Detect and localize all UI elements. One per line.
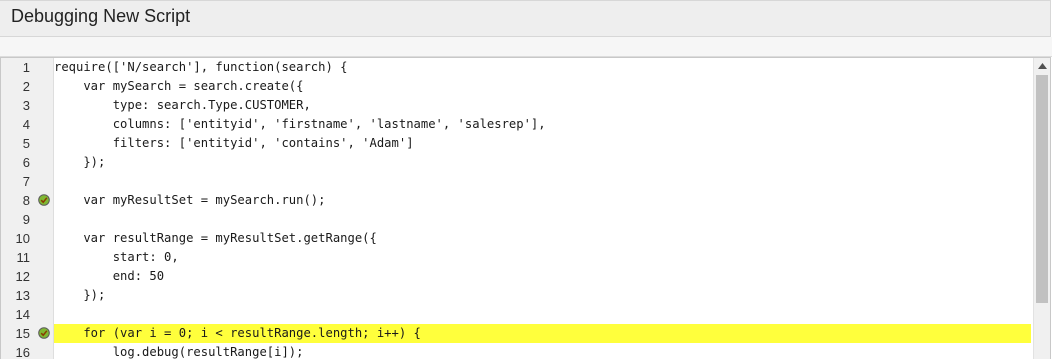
code-line[interactable]: 1 require(['N/search'], function(search) … [1,58,1031,77]
code-editor[interactable]: 1 require(['N/search'], function(search) … [0,57,1051,359]
code-line[interactable]: 8 var myResultSet = mySearch.run(); [1,191,1031,210]
code-text[interactable]: var resultRange = myResultSet.getRange({ [54,229,1031,248]
code-line[interactable]: 13 }); [1,286,1031,305]
code-line[interactable]: 10 var resultRange = myResultSet.getRang… [1,229,1031,248]
scroll-up-button[interactable] [1034,58,1050,74]
code-line[interactable]: 5 filters: ['entityid', 'contains', 'Ada… [1,134,1031,153]
line-number[interactable]: 14 [1,305,30,324]
vertical-scrollbar[interactable] [1033,58,1050,359]
code-text[interactable]: var mySearch = search.create({ [54,77,1031,96]
scroll-up-arrow-icon [1038,63,1047,69]
breakpoint-check-icon[interactable] [38,327,50,339]
line-number[interactable]: 11 [1,248,31,267]
code-text[interactable]: end: 50 [54,267,1031,286]
line-number[interactable]: 5 [1,134,30,153]
code-text[interactable]: for (var i = 0; i < resultRange.length; … [54,324,1031,343]
breakpoint-check-icon[interactable] [38,194,50,206]
code-text[interactable]: log.debug(resultRange[i]); [54,343,1031,359]
code-line[interactable]: 15 for (var i = 0; i < resultRange.lengt… [1,324,1031,343]
code-text[interactable] [54,172,1031,191]
line-number[interactable]: 13 [1,286,30,305]
code-line[interactable]: 4 columns: ['entityid', 'firstname', 'la… [1,115,1031,134]
code-text[interactable]: start: 0, [54,248,1031,267]
scrollbar-thumb[interactable] [1036,75,1048,303]
code-text[interactable]: var myResultSet = mySearch.run(); [54,191,1031,210]
code-text[interactable] [54,210,1031,229]
code-text[interactable]: }); [54,286,1031,305]
line-number[interactable]: 2 [1,77,30,96]
line-number[interactable]: 12 [1,267,30,286]
code-line[interactable]: 7 [1,172,1031,191]
code-line[interactable]: 14 [1,305,1031,324]
code-line[interactable]: 11 start: 0, [1,248,1031,267]
line-number[interactable]: 4 [1,115,30,134]
code-line[interactable]: 2 var mySearch = search.create({ [1,77,1031,96]
code-text[interactable] [54,305,1031,324]
code-line[interactable]: 9 [1,210,1031,229]
line-number[interactable]: 15 [1,324,30,343]
line-number[interactable]: 9 [1,210,30,229]
code-line[interactable]: 3 type: search.Type.CUSTOMER, [1,96,1031,115]
code-text[interactable]: }); [54,153,1031,172]
line-number[interactable]: 6 [1,153,30,172]
code-text[interactable]: type: search.Type.CUSTOMER, [54,96,1031,115]
title-bar: Debugging New Script [0,0,1051,37]
code-text[interactable]: require(['N/search'], function(search) { [54,58,1031,77]
line-number[interactable]: 16 [1,343,30,359]
code-line[interactable]: 12 end: 50 [1,267,1031,286]
code-text[interactable]: filters: ['entityid', 'contains', 'Adam'… [54,134,1031,153]
code-line[interactable]: 6 }); [1,153,1031,172]
line-number[interactable]: 7 [1,172,30,191]
line-number[interactable]: 8 [1,191,30,210]
code-line[interactable]: 16 log.debug(resultRange[i]); [1,343,1031,359]
line-number[interactable]: 1 [1,58,30,77]
code-text[interactable]: columns: ['entityid', 'firstname', 'last… [54,115,1031,134]
line-number[interactable]: 3 [1,96,30,115]
toolbar-strip [0,37,1052,57]
page-title: Debugging New Script [11,6,191,26]
line-number[interactable]: 10 [1,229,30,248]
